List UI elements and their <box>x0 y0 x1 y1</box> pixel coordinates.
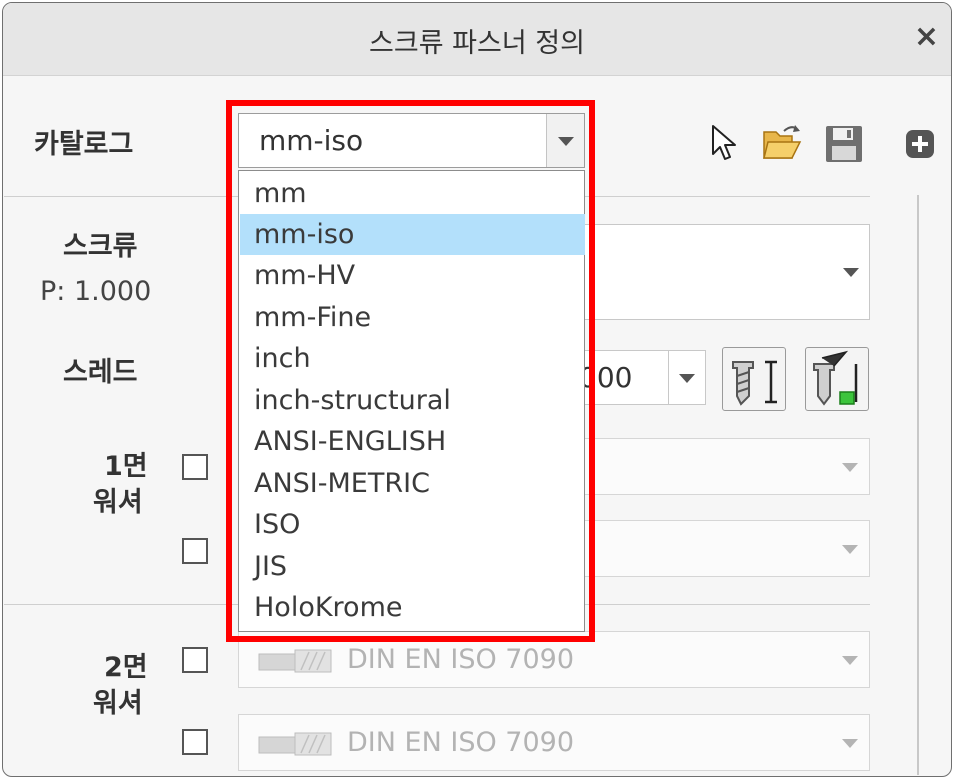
cursor-icon[interactable] <box>710 124 738 162</box>
washer-icon <box>258 732 332 756</box>
add-icon[interactable] <box>904 128 936 160</box>
folder-open-icon[interactable] <box>762 122 804 162</box>
washer1-checkbox-b[interactable] <box>182 538 208 564</box>
screw-placement-button[interactable] <box>805 347 869 411</box>
washer2-value-a: DIN EN ISO 7090 <box>347 644 575 675</box>
chevron-down-icon <box>842 545 858 554</box>
screw-label: 스크류 <box>63 231 138 262</box>
washer-icon <box>258 649 332 673</box>
thread-label: 스레드 <box>63 357 138 388</box>
screw-placement-icon <box>813 350 858 406</box>
chevron-down-icon <box>842 656 858 665</box>
thread-dropdown-button <box>668 351 705 404</box>
close-icon[interactable]: × <box>914 19 939 54</box>
washer2-select-b[interactable]: DIN EN ISO 7090 <box>238 714 870 771</box>
dialog-title: 스크류 파스너 정의 <box>369 28 585 59</box>
washer1-checkbox-a[interactable] <box>182 454 208 480</box>
chevron-down-icon <box>679 374 695 383</box>
washer2-value-b: DIN EN ISO 7090 <box>347 727 575 758</box>
washer1-label-line1: 1면 <box>104 451 148 482</box>
washer2-checkbox-a[interactable] <box>182 647 208 673</box>
catalog-label: 카탈로그 <box>34 129 134 160</box>
title-bar: 스크류 파스너 정의 × <box>3 3 951 76</box>
chevron-down-icon <box>843 268 859 277</box>
washer1-label-line2: 워셔 <box>93 487 143 518</box>
chevron-down-icon <box>842 739 858 748</box>
washer2-checkbox-b[interactable] <box>182 729 208 755</box>
screw-length-icon <box>732 360 777 406</box>
chevron-down-icon <box>842 463 858 472</box>
washer2-label-line2: 워셔 <box>93 688 143 719</box>
screw-pitch: P: 1.000 <box>40 276 152 307</box>
save-icon[interactable] <box>824 124 864 164</box>
washer2-label-line1: 2면 <box>104 652 148 683</box>
panel-scroll-divider <box>917 195 919 775</box>
screw-length-button[interactable] <box>722 347 786 411</box>
highlight-frame <box>226 100 595 642</box>
